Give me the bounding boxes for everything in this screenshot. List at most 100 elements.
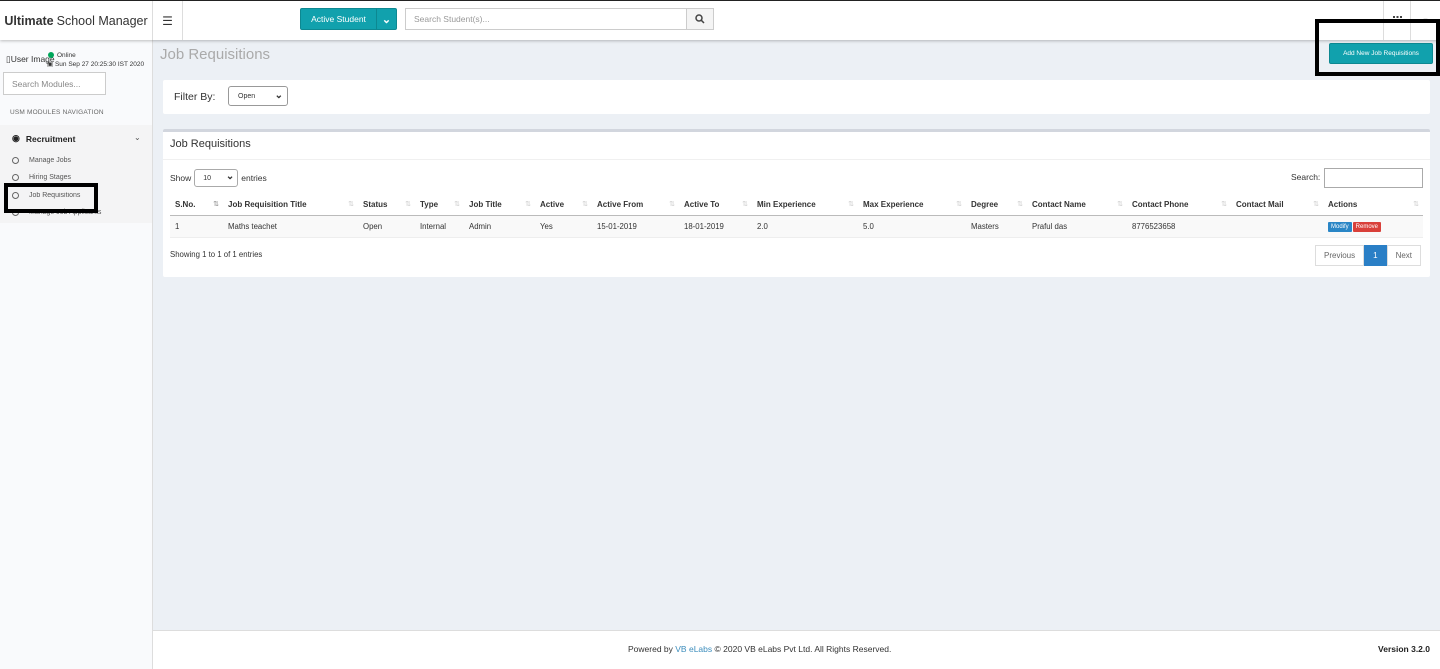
table-cell: 15-01-2019 xyxy=(592,215,679,238)
column-header[interactable]: Min Experience ⇅ xyxy=(752,195,858,216)
column-header[interactable]: Contact Phone ⇅ xyxy=(1127,195,1231,216)
table-search-label: Search: xyxy=(1291,172,1321,182)
sort-icon: ⇅ xyxy=(1221,201,1227,208)
circle-icon xyxy=(12,157,19,164)
table-cell: 5.0 xyxy=(858,215,966,238)
version-label: Version 3.2.0 xyxy=(1378,644,1430,654)
active-student-label: Active Student xyxy=(311,14,366,24)
remove-button[interactable]: Remove xyxy=(1352,221,1382,232)
nav-heading: USM MODULES NAVIGATION xyxy=(10,109,104,116)
sort-icon: ⇅ xyxy=(1313,201,1319,208)
job-requisitions-box: Job Requisitions Show 10 ⌄ entries Searc… xyxy=(163,129,1430,277)
table-row: 1 Maths teachet Open Internal Admin Yes … xyxy=(170,215,1423,238)
recruitment-tree: ◉ Recruitment ⌄ Manage Jobs Hiring Stage… xyxy=(0,125,152,223)
chevron-down-icon: ⌄ xyxy=(376,9,396,29)
entries-length-control: Show 10 ⌄ entries xyxy=(170,168,267,188)
sidebar-item-label: Hiring Stages xyxy=(29,174,72,181)
page-title: Job Requisitions xyxy=(160,46,271,63)
add-job-requisition-button[interactable]: Add New Job Requisitions xyxy=(1329,43,1433,64)
sort-icon: ⇅ xyxy=(848,201,854,208)
chevron-down-icon: ⌄ xyxy=(274,90,283,101)
sort-icon: ⇅ xyxy=(1117,201,1123,208)
table-cell: Admin xyxy=(464,215,535,238)
filter-value: Open xyxy=(238,92,256,100)
filter-box: Filter By: Open ⌄ xyxy=(163,80,1430,114)
student-search-input[interactable]: Search Student(s)... xyxy=(405,8,687,30)
column-header[interactable]: Status ⇅ xyxy=(358,195,415,216)
table-cell: Masters xyxy=(966,215,1027,238)
table-cell: Internal xyxy=(415,215,464,238)
sort-icon: ⇅ xyxy=(742,201,748,208)
column-header[interactable]: Degree ⇅ xyxy=(966,195,1027,216)
table-cell: Yes xyxy=(535,215,592,238)
table-cell xyxy=(1231,215,1323,238)
sort-icon: ⇅ xyxy=(1413,201,1419,208)
table-cell: Open xyxy=(358,215,415,238)
table-cell: 18-01-2019 xyxy=(679,215,752,238)
hamburger-icon[interactable]: ☰ xyxy=(153,1,183,40)
sort-icon: ⇅ xyxy=(213,201,219,208)
sidebar-item-manage-jobs[interactable]: Manage Jobs xyxy=(12,157,71,164)
sidebar-item-label: Recruitment xyxy=(25,133,76,144)
sidebar-item-recruitment[interactable]: ◉ Recruitment xyxy=(12,133,75,144)
circle-icon xyxy=(12,174,19,181)
sort-icon: ⇅ xyxy=(348,201,354,208)
sidebar-item-job-requisitions[interactable]: Job Requisitions xyxy=(12,192,80,199)
active-student-dropdown[interactable]: Active Student ⌄ xyxy=(300,8,397,30)
column-header[interactable]: Actions ⇅ xyxy=(1323,195,1423,216)
footer: Powered by VB eLabs © 2020 VB eLabs Pvt … xyxy=(153,630,1440,669)
sort-icon: ⇅ xyxy=(956,201,962,208)
sort-icon: ⇅ xyxy=(669,201,675,208)
filter-select[interactable]: Open ⌄ xyxy=(228,86,288,106)
chevron-down-icon[interactable]: ⌄ xyxy=(134,133,141,142)
search-button[interactable] xyxy=(686,8,714,30)
show-label: Show xyxy=(170,173,192,183)
column-header[interactable]: Active ⇅ xyxy=(535,195,592,216)
sidebar-item-hiring-stages[interactable]: Hiring Stages xyxy=(12,174,71,181)
module-search-input[interactable]: Search Modules... xyxy=(3,72,106,95)
copyright-text: © 2020 VB eLabs Pvt Ltd. All Rights Rese… xyxy=(714,644,892,654)
entries-label: entries xyxy=(241,173,267,183)
column-header[interactable]: Contact Name ⇅ xyxy=(1027,195,1127,216)
pagination: Previous 1 Next xyxy=(1315,245,1422,266)
brand-bold: Ultimate xyxy=(4,13,54,28)
job-requisitions-table: S.No. ⇅ Job Requisition Title ⇅ Status ⇅ Ty… xyxy=(170,195,1423,238)
entries-value: 10 xyxy=(203,174,212,182)
search-icon xyxy=(695,14,705,24)
company-link[interactable]: VB eLabs xyxy=(675,644,712,654)
column-header[interactable]: Contact Mail ⇅ xyxy=(1231,195,1323,216)
sidebar-item-label: Job Requisitions xyxy=(29,192,81,199)
filter-label: Filter By: xyxy=(174,91,216,103)
online-status: Online xyxy=(57,52,76,59)
brand-logo[interactable]: Ultimate School Manager xyxy=(0,1,153,40)
dashboard-icon: ◉ xyxy=(12,133,20,143)
chevron-down-icon: ⌄ xyxy=(225,171,235,182)
column-header[interactable]: Active To ⇅ xyxy=(679,195,752,216)
footer-text: Powered by VB eLabs © 2020 VB eLabs Pvt … xyxy=(628,644,891,654)
sidebar-item-label: Manage Jobs xyxy=(29,157,72,164)
divider xyxy=(163,159,1430,160)
actions-cell: Modify Remove xyxy=(1323,215,1423,238)
column-header[interactable]: Type ⇅ xyxy=(415,195,464,216)
column-header[interactable]: Job Requisition Title ⇅ xyxy=(223,195,358,216)
column-header[interactable]: S.No. ⇅ xyxy=(170,195,223,216)
modify-button[interactable]: Modify xyxy=(1328,221,1352,232)
table-cell: Praful das xyxy=(1027,215,1127,238)
column-header[interactable]: Active From ⇅ xyxy=(592,195,679,216)
powered-by-label: Powered by xyxy=(628,644,673,654)
previous-page-button[interactable]: Previous xyxy=(1315,245,1365,266)
next-page-button[interactable]: Next xyxy=(1386,245,1422,266)
sort-icon: ⇅ xyxy=(454,201,460,208)
table-cell: Maths teachet xyxy=(223,215,358,238)
page-1-button[interactable]: 1 xyxy=(1364,245,1387,266)
sort-icon: ⇅ xyxy=(1017,201,1023,208)
sort-icon: ⇅ xyxy=(582,201,588,208)
column-header[interactable]: Max Experience ⇅ xyxy=(858,195,966,216)
table-cell: 1 xyxy=(170,215,223,238)
user-panel: ▯User Image Online ▣ Sun Sep 27 20:25:30… xyxy=(6,52,151,74)
column-header[interactable]: Job Title ⇅ xyxy=(464,195,535,216)
sort-icon: ⇅ xyxy=(525,201,531,208)
top-navbar: Ultimate School Manager ☰ Active Student… xyxy=(0,0,1440,40)
table-search-input[interactable] xyxy=(1324,168,1423,188)
entries-select[interactable]: 10 ⌄ xyxy=(194,169,239,187)
